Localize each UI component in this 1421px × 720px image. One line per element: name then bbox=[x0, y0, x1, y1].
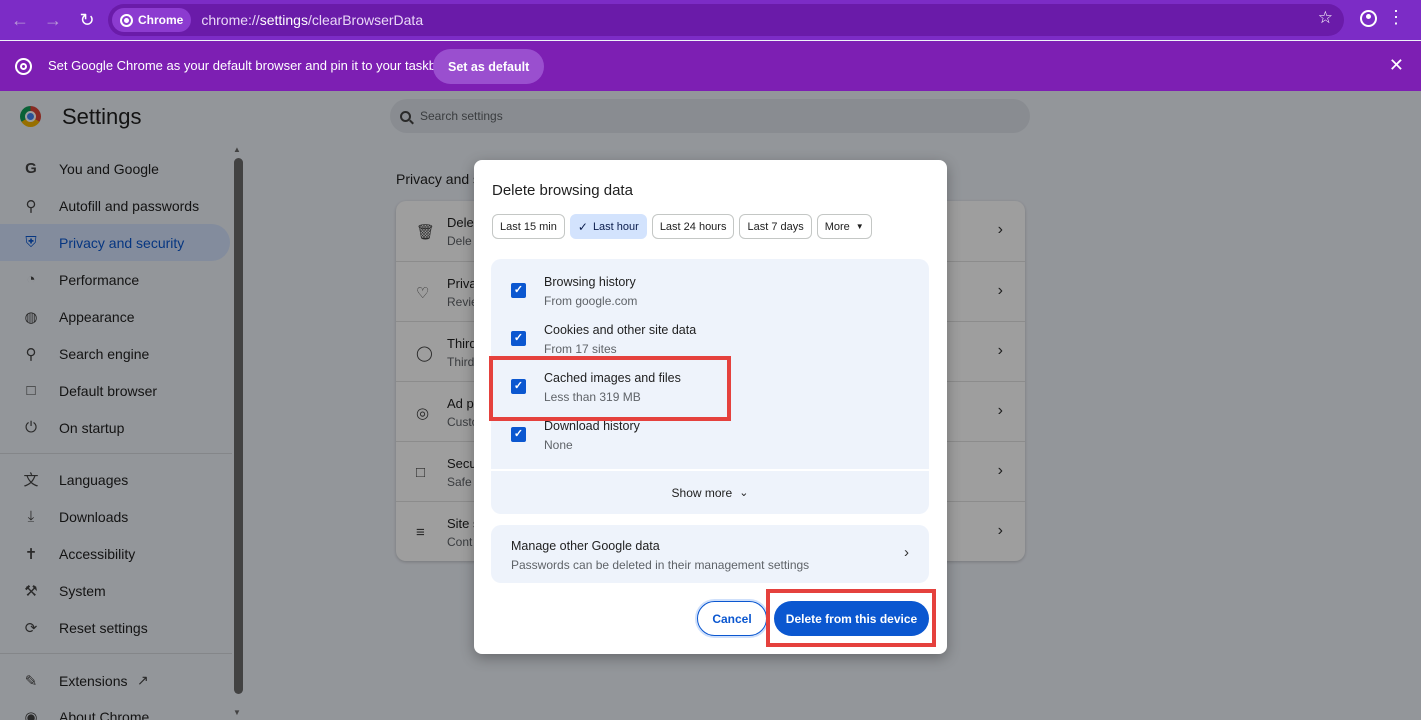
cancel-button[interactable]: Cancel bbox=[697, 601, 767, 636]
forward-arrow-icon[interactable]: → bbox=[37, 4, 69, 36]
range-label: More bbox=[824, 220, 850, 233]
range-label: Last hour bbox=[592, 220, 639, 233]
bookmark-star-icon[interactable]: ☆ bbox=[1318, 8, 1333, 28]
infobar-message: Set Google Chrome as your default browse… bbox=[48, 58, 448, 73]
menu-kebab-icon[interactable]: ⋮ bbox=[1387, 8, 1405, 26]
manage-subtitle: Passwords can be deleted in their manage… bbox=[511, 558, 810, 572]
profile-icon[interactable] bbox=[1360, 10, 1377, 27]
chrome-infobar-icon bbox=[15, 58, 32, 75]
data-type-browsing-history[interactable]: ✓ Browsing history From google.com bbox=[491, 259, 929, 308]
item-subtitle: From 17 sites bbox=[544, 342, 617, 356]
chevron-down-icon: ⌄ bbox=[739, 487, 749, 499]
chrome-logo-icon bbox=[120, 13, 133, 27]
chevron-right-icon: › bbox=[904, 544, 909, 561]
back-arrow-icon[interactable]: ← bbox=[4, 4, 36, 36]
item-title: Download history bbox=[544, 419, 640, 433]
close-icon[interactable]: ✕ bbox=[1389, 55, 1404, 76]
browser-toolbar: ← → ↻ Chrome chrome://settings/clearBrow… bbox=[0, 0, 1421, 40]
dialog-title: Delete browsing data bbox=[492, 182, 633, 199]
manage-title: Manage other Google data bbox=[511, 539, 660, 553]
chrome-chip-label: Chrome bbox=[138, 13, 184, 27]
checkbox-checked-icon[interactable]: ✓ bbox=[511, 427, 526, 442]
range-chip-more[interactable]: More ▼ bbox=[816, 214, 872, 239]
checkmark-icon: ✓ bbox=[577, 219, 588, 234]
checkbox-checked-icon[interactable]: ✓ bbox=[511, 283, 526, 298]
range-chip-last-7-days[interactable]: Last 7 days bbox=[739, 214, 812, 239]
url-path: /clearBrowserData bbox=[307, 12, 424, 28]
item-title: Browsing history bbox=[544, 275, 636, 289]
range-chip-last-24-hours[interactable]: Last 24 hours bbox=[651, 214, 735, 239]
checkbox-checked-icon[interactable]: ✓ bbox=[511, 331, 526, 346]
url-text[interactable]: chrome://settings/clearBrowserData bbox=[201, 12, 423, 28]
range-chip-last-15-min[interactable]: Last 15 min bbox=[492, 214, 565, 239]
default-browser-infobar: Set Google Chrome as your default browse… bbox=[0, 41, 1421, 91]
address-bar[interactable]: Chrome chrome://settings/clearBrowserDat… bbox=[108, 4, 1344, 36]
show-more-label: Show more bbox=[671, 485, 733, 500]
url-host: settings bbox=[259, 12, 308, 28]
item-title: Cookies and other site data bbox=[544, 323, 697, 337]
data-type-cookies[interactable]: ✓ Cookies and other site data From 17 si… bbox=[491, 307, 929, 356]
item-subtitle: From google.com bbox=[544, 294, 638, 308]
dropdown-arrow-icon: ▼ bbox=[855, 222, 864, 231]
set-as-default-button[interactable]: Set as default bbox=[433, 49, 545, 84]
manage-google-data-row[interactable]: Manage other Google data Passwords can b… bbox=[491, 525, 929, 583]
highlight-box-cached-images bbox=[489, 356, 731, 421]
reload-icon[interactable]: ↻ bbox=[71, 4, 103, 36]
range-label: Last 24 hours bbox=[659, 220, 727, 233]
time-range-chips: Last 15 min ✓ Last hour Last 24 hours Las… bbox=[492, 214, 872, 239]
show-more-button[interactable]: Show more ⌄ bbox=[491, 471, 929, 514]
item-subtitle: None bbox=[544, 438, 573, 452]
range-label: Last 15 min bbox=[500, 220, 557, 233]
chrome-chip[interactable]: Chrome bbox=[112, 8, 192, 32]
highlight-box-delete-button bbox=[766, 589, 936, 647]
range-label: Last 7 days bbox=[747, 220, 804, 233]
url-scheme: chrome:// bbox=[201, 12, 260, 28]
range-chip-last-hour[interactable]: ✓ Last hour bbox=[569, 214, 647, 239]
